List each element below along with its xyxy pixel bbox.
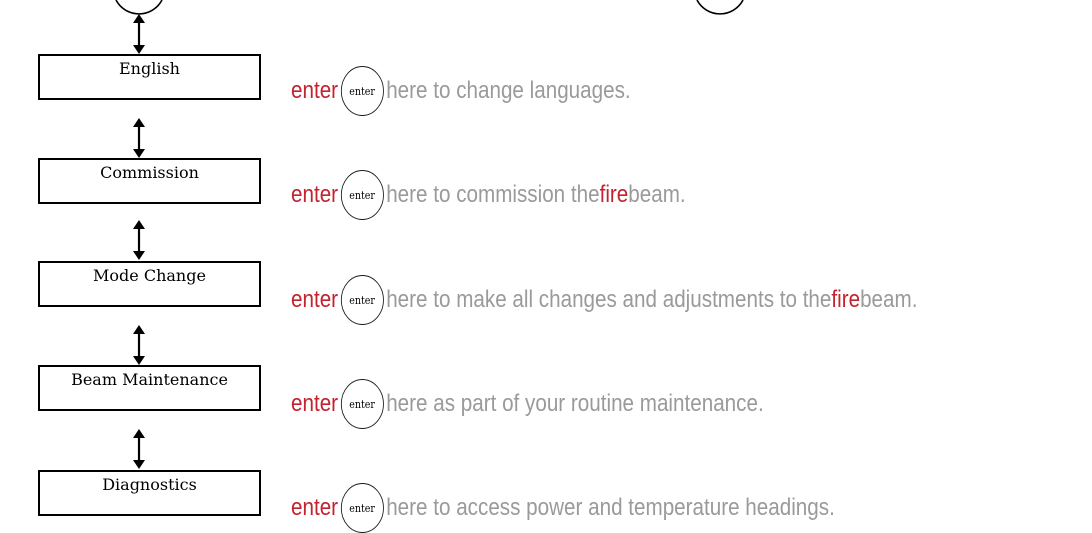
menu-item-label: Diagnostics	[102, 475, 197, 494]
instruction-row-beam-maintenance: enter enter here as part of your routine…	[291, 379, 764, 429]
enter-word: enter	[291, 390, 339, 417]
enter-key-icon[interactable]: enter	[340, 275, 384, 325]
menu-item-commission[interactable]: Commission	[38, 158, 261, 204]
menu-item-label: Commission	[100, 163, 199, 182]
double-arrow-icon	[133, 118, 145, 158]
brand-fire: fire	[831, 286, 861, 313]
menu-item-label: Mode Change	[93, 266, 206, 285]
instruction-text: here to commission the	[386, 181, 600, 208]
instruction-text: here to access power and temperature hea…	[386, 494, 835, 521]
enter-key-label: enter	[349, 188, 375, 202]
instruction-row-english: enter enter here to change languages.	[291, 66, 631, 116]
enter-word: enter	[291, 286, 339, 313]
instruction-text: here as part of your routine maintenance…	[386, 390, 764, 417]
double-arrow-icon	[133, 429, 145, 469]
enter-key-label: enter	[349, 293, 375, 307]
double-arrow-icon	[133, 14, 145, 54]
menu-item-beam-maintenance[interactable]: Beam Maintenance	[38, 365, 261, 411]
instruction-text: here to change languages.	[386, 77, 631, 104]
brand-fire: fire	[599, 181, 629, 208]
top-circle-right	[696, 0, 744, 15]
instruction-text: here to make all changes and adjustments…	[386, 286, 832, 313]
enter-key-label: enter	[349, 397, 375, 411]
instruction-row-diagnostics: enter enter here to access power and tem…	[291, 483, 835, 533]
menu-item-diagnostics[interactable]: Diagnostics	[38, 470, 261, 516]
enter-key-label: enter	[349, 84, 375, 98]
menu-item-english[interactable]: English	[38, 54, 261, 100]
enter-key-label: enter	[349, 501, 375, 515]
instruction-suffix: beam.	[860, 286, 918, 313]
menu-item-label: English	[119, 59, 180, 78]
instruction-row-mode-change: enter enter here to make all changes and…	[291, 275, 918, 325]
instruction-suffix: beam.	[628, 181, 686, 208]
enter-key-icon[interactable]: enter	[340, 66, 384, 116]
menu-item-mode-change[interactable]: Mode Change	[38, 261, 261, 307]
double-arrow-icon	[133, 325, 145, 365]
double-arrow-icon	[133, 220, 145, 260]
enter-key-icon[interactable]: enter	[340, 170, 384, 220]
enter-word: enter	[291, 494, 339, 521]
enter-word: enter	[291, 181, 339, 208]
instruction-row-commission: enter enter here to commission the fire be…	[291, 170, 686, 220]
enter-word: enter	[291, 77, 339, 104]
enter-key-icon[interactable]: enter	[340, 379, 384, 429]
menu-item-label: Beam Maintenance	[71, 370, 228, 389]
enter-key-icon[interactable]: enter	[340, 483, 384, 533]
